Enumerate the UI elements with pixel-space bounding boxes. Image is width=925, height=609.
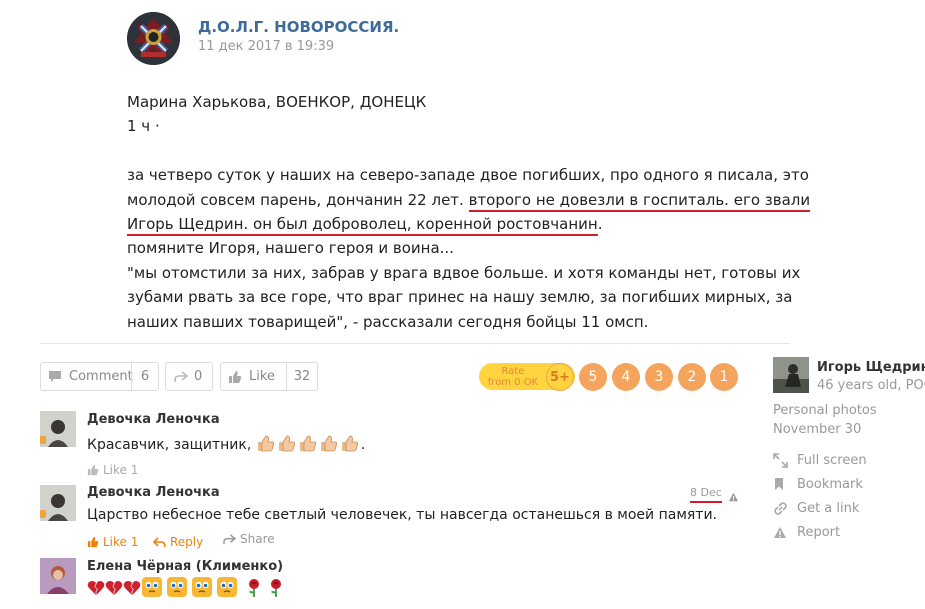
comment-share-button[interactable]: Share: [222, 532, 275, 546]
post-divider: [40, 343, 790, 344]
post-text-line: зубами рвать за все горе, что враг прине…: [127, 288, 793, 307]
comment-reply-label: Reply: [170, 535, 204, 549]
author-name[interactable]: Игорь Щедрин: [817, 360, 925, 375]
comment-like-button[interactable]: Like 1: [87, 463, 138, 477]
report-label: Report: [797, 524, 841, 540]
share-arrow-icon: [166, 370, 194, 383]
broken-heart-emoji: [87, 581, 105, 595]
thumbs-up-emoji: [257, 435, 274, 452]
comment-date[interactable]: 8 Dec: [690, 486, 722, 503]
comment-like-button[interactable]: Like 1: [87, 535, 138, 549]
crying-face-emoji: [167, 577, 187, 597]
comment-author[interactable]: Девочка Леночка: [87, 412, 220, 427]
fullscreen-link[interactable]: Full screen: [773, 450, 867, 470]
thumbs-up-emoji: [341, 435, 358, 452]
thumbs-up-icon: [221, 370, 249, 384]
share-arrow-icon: [222, 533, 236, 545]
rate-4[interactable]: 4: [612, 363, 640, 391]
group-logo[interactable]: [127, 12, 180, 65]
post-text-line: "мы отомстили за них, забрав у врага вдв…: [127, 263, 801, 282]
post-text-line: за четверо суток у наших на северо-запад…: [127, 166, 809, 185]
thumbs-up-icon: [87, 536, 99, 548]
chain-link-icon: [773, 501, 791, 516]
post-time-ago: 1 ч ·: [127, 117, 160, 136]
post-text-line: молодой совсем парень, дончанин 22 лет. …: [127, 188, 811, 212]
rate-5[interactable]: 5: [579, 363, 607, 391]
thumbs-up-emoji: [278, 435, 295, 452]
comment-count: 6: [131, 363, 158, 390]
post-text-line: Игорь Щедрин. он был доброволец, коренно…: [127, 212, 807, 236]
comment-text-tail: .: [360, 437, 366, 453]
author-avatar[interactable]: [773, 357, 809, 393]
crying-face-emoji: [142, 577, 162, 597]
post-date[interactable]: 11 дек 2017 в 19:39: [198, 39, 334, 54]
highlighted-text: второго не довезли в госпиталь. его звал…: [468, 190, 811, 212]
rate-5-plus[interactable]: 5+: [546, 363, 574, 391]
comment-author[interactable]: Елена Чёрная (Клименко): [87, 559, 283, 574]
like-count: 32: [286, 363, 317, 390]
fullscreen-label: Full screen: [797, 452, 867, 468]
comment-text: Красавчик, защитник, .: [87, 434, 365, 453]
comment-like-label: Like 1: [103, 535, 139, 549]
bookmark-link[interactable]: Bookmark: [773, 474, 863, 494]
comment-like-label: Like 1: [103, 463, 139, 477]
thumbs-up-emoji: [320, 435, 337, 452]
album-name[interactable]: Personal photos: [773, 403, 877, 418]
rate-label: Rate from 0 OK: [486, 366, 540, 388]
rose-emoji: [271, 579, 281, 597]
get-link-label: Get a link: [797, 500, 860, 516]
reply-arrow-icon: [153, 536, 166, 548]
rate-3[interactable]: 3: [645, 363, 673, 391]
comment-label: Comment: [69, 369, 133, 384]
comment-text: Царство небесное тебе светлый человечек,…: [87, 507, 718, 523]
comment-emoji-row: [87, 576, 285, 598]
share-button[interactable]: 0: [165, 362, 213, 391]
broken-heart-emoji: [123, 581, 141, 595]
rate-subtitle: from 0 OK: [487, 377, 539, 388]
warning-icon: [773, 526, 791, 539]
expand-icon: [773, 452, 791, 468]
album-date: November 30: [773, 422, 862, 437]
bookmark-icon: [773, 477, 791, 491]
rose-emoji: [249, 579, 259, 597]
get-link-link[interactable]: Get a link: [773, 498, 859, 518]
thumbs-up-emoji: [299, 435, 316, 452]
post-body: Марина Харькова, ВОЕНКОР, ДОНЕЦК 1 ч · з…: [127, 90, 811, 334]
comment-share-label: Share: [240, 532, 275, 546]
post-text-segment: молодой совсем парень, дончанин 22 лет.: [127, 190, 469, 209]
online-badge: [40, 436, 46, 444]
online-badge: [40, 510, 46, 518]
post-author-line: Марина Харькова, ВОЕНКОР, ДОНЕЦК: [127, 93, 427, 111]
crying-face-emoji: [192, 577, 212, 597]
thumbs-up-icon: [87, 464, 99, 476]
share-count: 0: [194, 369, 203, 384]
post-text-line: помяните Игоря, нашего героя и воина...: [127, 239, 454, 258]
comment-reply-button[interactable]: Reply: [153, 535, 203, 549]
group-name[interactable]: Д.О.Л.Г. НОВОРОССИЯ.: [198, 18, 399, 36]
rate-title: Rate: [501, 366, 525, 377]
rate-1[interactable]: 1: [710, 363, 738, 391]
comment-text-body: Красавчик, защитник,: [87, 437, 256, 453]
comment-author[interactable]: Девочка Леночка: [87, 485, 220, 500]
warning-icon[interactable]: [728, 487, 739, 506]
broken-heart-emoji: [105, 581, 123, 595]
highlighted-text: Игорь Щедрин. он был доброволец, коренно…: [127, 214, 598, 236]
post-text-line: наших павших товарищей", - рассказали се…: [127, 312, 649, 331]
comment-button[interactable]: Comment 6: [40, 362, 159, 391]
crying-face-emoji: [217, 577, 237, 597]
report-link[interactable]: Report: [773, 522, 840, 542]
post-text-segment: .: [597, 214, 603, 233]
commenter-avatar[interactable]: [40, 558, 76, 594]
rate-2[interactable]: 2: [678, 363, 706, 391]
bookmark-label: Bookmark: [797, 476, 863, 492]
comment-icon: [41, 370, 69, 383]
like-label: Like: [249, 369, 275, 384]
author-age-location: 46 years old, РОС: [817, 378, 925, 393]
like-button[interactable]: Like 32: [220, 362, 318, 391]
